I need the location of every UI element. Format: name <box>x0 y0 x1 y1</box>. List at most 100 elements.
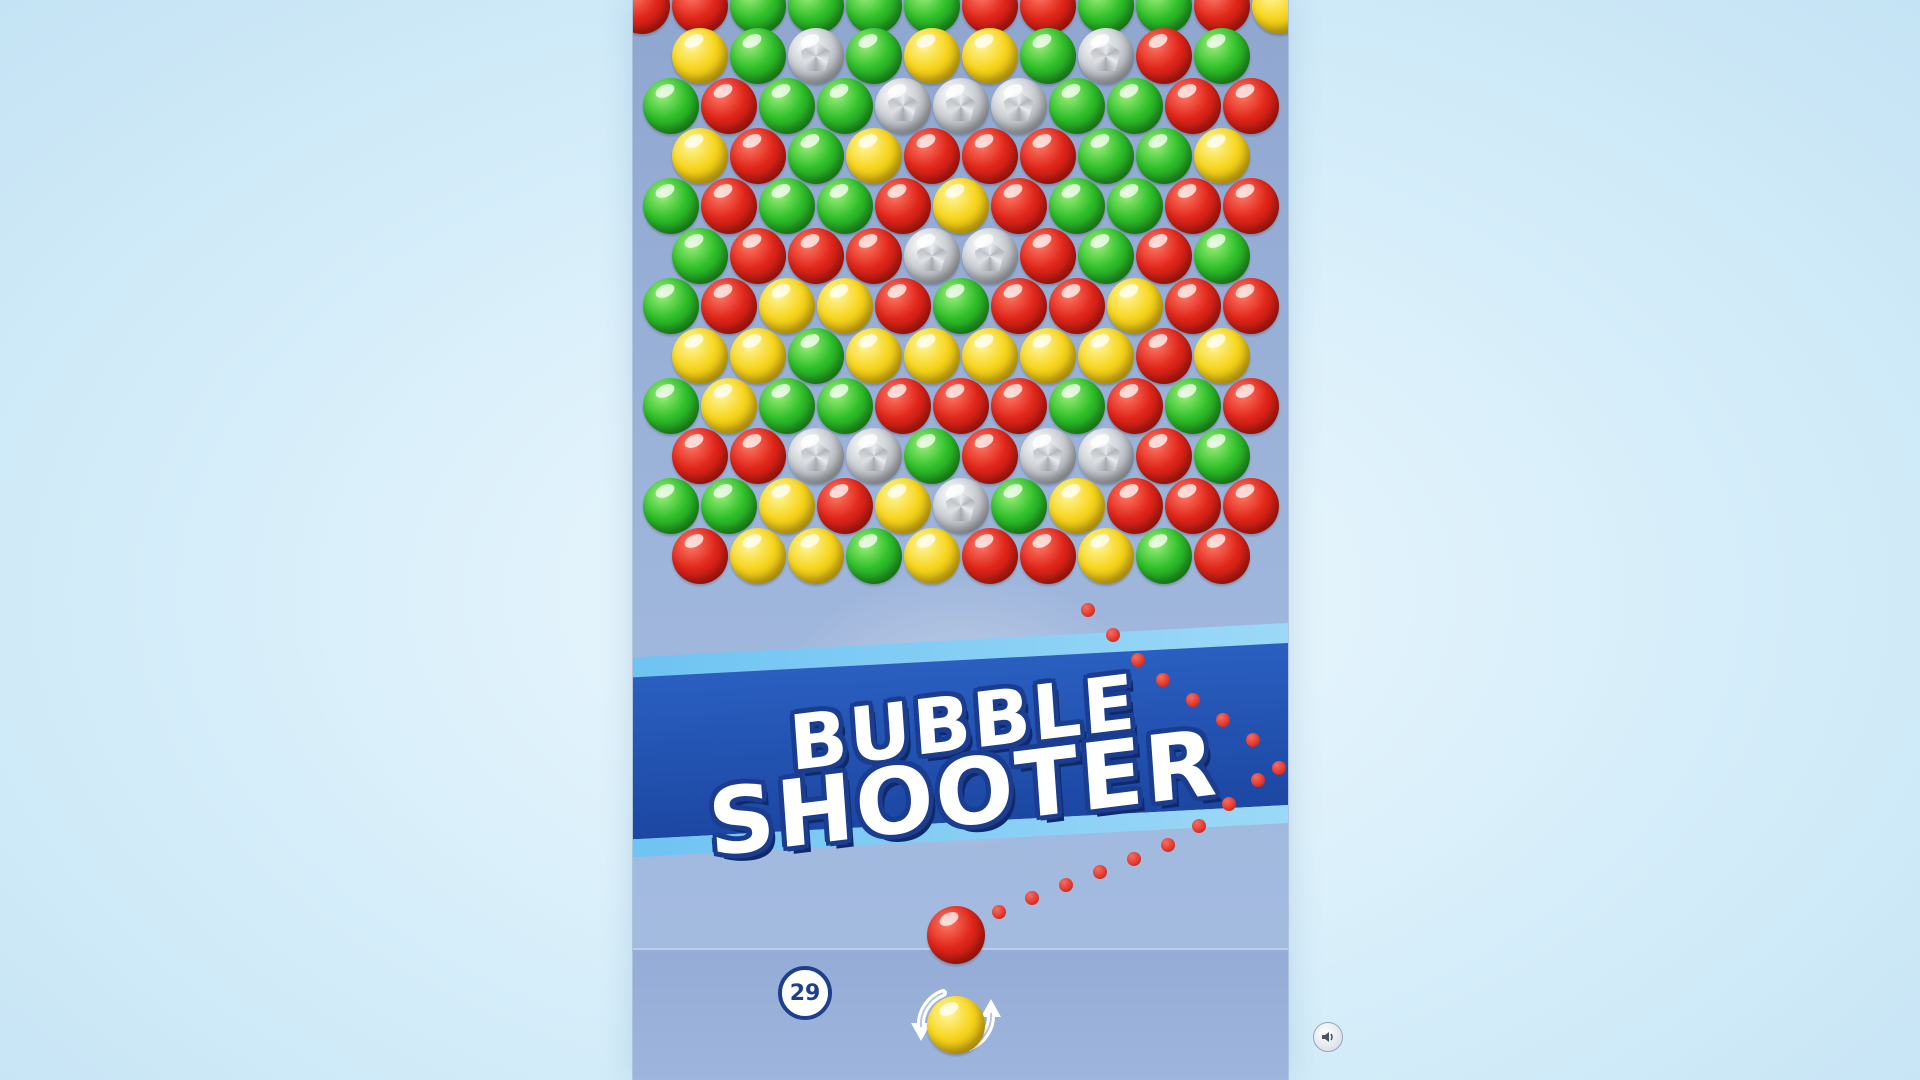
stone-bubble <box>1077 28 1134 84</box>
red-bubble <box>961 428 1018 484</box>
green-bubble <box>671 228 728 284</box>
stone-bubble <box>1019 428 1076 484</box>
yellow-bubble <box>1251 0 1288 34</box>
red-bubble <box>874 178 931 234</box>
yellow-bubble <box>845 328 902 384</box>
red-bubble <box>700 78 757 134</box>
red-bubble <box>1193 528 1250 584</box>
red-bubble <box>671 428 728 484</box>
red-bubble <box>633 0 670 34</box>
bubble-grid <box>633 0 1288 600</box>
stone-bubble <box>787 428 844 484</box>
stone-bubble <box>903 228 960 284</box>
sound-icon <box>1322 1032 1333 1042</box>
red-bubble <box>700 278 757 334</box>
red-bubble <box>1222 478 1279 534</box>
green-bubble <box>903 428 960 484</box>
red-bubble <box>990 278 1047 334</box>
green-bubble <box>642 378 699 434</box>
red-bubble <box>845 228 902 284</box>
aim-dot <box>1059 878 1073 892</box>
stone-bubble <box>990 78 1047 134</box>
green-bubble <box>642 78 699 134</box>
green-bubble <box>932 278 989 334</box>
green-bubble <box>1106 178 1163 234</box>
red-bubble <box>932 378 989 434</box>
green-bubble <box>1048 378 1105 434</box>
red-bubble <box>700 178 757 234</box>
green-bubble <box>1048 178 1105 234</box>
red-bubble <box>1048 278 1105 334</box>
red-bubble <box>1135 428 1192 484</box>
stone-bubble <box>845 428 902 484</box>
yellow-bubble <box>758 478 815 534</box>
yellow-bubble <box>932 178 989 234</box>
yellow-bubble <box>1106 278 1163 334</box>
yellow-bubble <box>816 278 873 334</box>
red-bubble <box>990 178 1047 234</box>
green-bubble <box>1106 78 1163 134</box>
game-board[interactable]: BUBBLE SHOOTER 29 <box>633 0 1288 1080</box>
red-bubble <box>961 128 1018 184</box>
red-bubble <box>1135 328 1192 384</box>
yellow-bubble <box>729 328 786 384</box>
aim-dot <box>992 905 1006 919</box>
green-bubble <box>758 378 815 434</box>
yellow-bubble <box>845 128 902 184</box>
yellow-bubble <box>1048 478 1105 534</box>
green-bubble <box>700 478 757 534</box>
red-bubble <box>1135 28 1192 84</box>
green-bubble <box>1077 128 1134 184</box>
green-bubble <box>1135 128 1192 184</box>
red-bubble <box>1222 78 1279 134</box>
green-bubble <box>642 278 699 334</box>
red-bubble <box>990 378 1047 434</box>
aim-dot <box>1093 865 1107 879</box>
green-bubble <box>1193 228 1250 284</box>
stone-bubble <box>1077 428 1134 484</box>
red-bubble <box>729 128 786 184</box>
yellow-bubble <box>1019 328 1076 384</box>
loaded-bubble[interactable] <box>927 906 985 964</box>
green-bubble <box>816 178 873 234</box>
green-bubble <box>1193 28 1250 84</box>
green-bubble <box>758 78 815 134</box>
aim-dot <box>1025 891 1039 905</box>
sound-button[interactable] <box>1313 1022 1343 1052</box>
red-bubble <box>1164 178 1221 234</box>
yellow-bubble <box>671 28 728 84</box>
red-bubble <box>1164 78 1221 134</box>
stone-bubble <box>932 78 989 134</box>
stone-bubble <box>932 478 989 534</box>
red-bubble <box>1164 278 1221 334</box>
red-bubble <box>1222 378 1279 434</box>
yellow-bubble <box>671 328 728 384</box>
yellow-bubble <box>1193 328 1250 384</box>
red-bubble <box>1019 128 1076 184</box>
yellow-bubble <box>758 278 815 334</box>
green-bubble <box>642 478 699 534</box>
red-bubble <box>729 428 786 484</box>
yellow-bubble <box>903 328 960 384</box>
red-bubble <box>1106 478 1163 534</box>
red-bubble <box>1222 278 1279 334</box>
green-bubble <box>1077 228 1134 284</box>
next-bubble[interactable] <box>927 996 985 1054</box>
red-bubble <box>1135 228 1192 284</box>
title-banner: BUBBLE SHOOTER <box>633 622 1288 878</box>
stone-bubble <box>961 228 1018 284</box>
green-bubble <box>1019 28 1076 84</box>
moves-counter-badge: 29 <box>778 966 832 1020</box>
green-bubble <box>729 28 786 84</box>
green-bubble <box>787 128 844 184</box>
yellow-bubble <box>903 28 960 84</box>
green-bubble <box>1048 78 1105 134</box>
yellow-bubble <box>671 128 728 184</box>
red-bubble <box>874 278 931 334</box>
yellow-bubble <box>961 328 1018 384</box>
yellow-bubble <box>700 378 757 434</box>
yellow-bubble <box>874 478 931 534</box>
stone-bubble <box>787 28 844 84</box>
red-bubble <box>1106 378 1163 434</box>
red-bubble <box>1222 178 1279 234</box>
